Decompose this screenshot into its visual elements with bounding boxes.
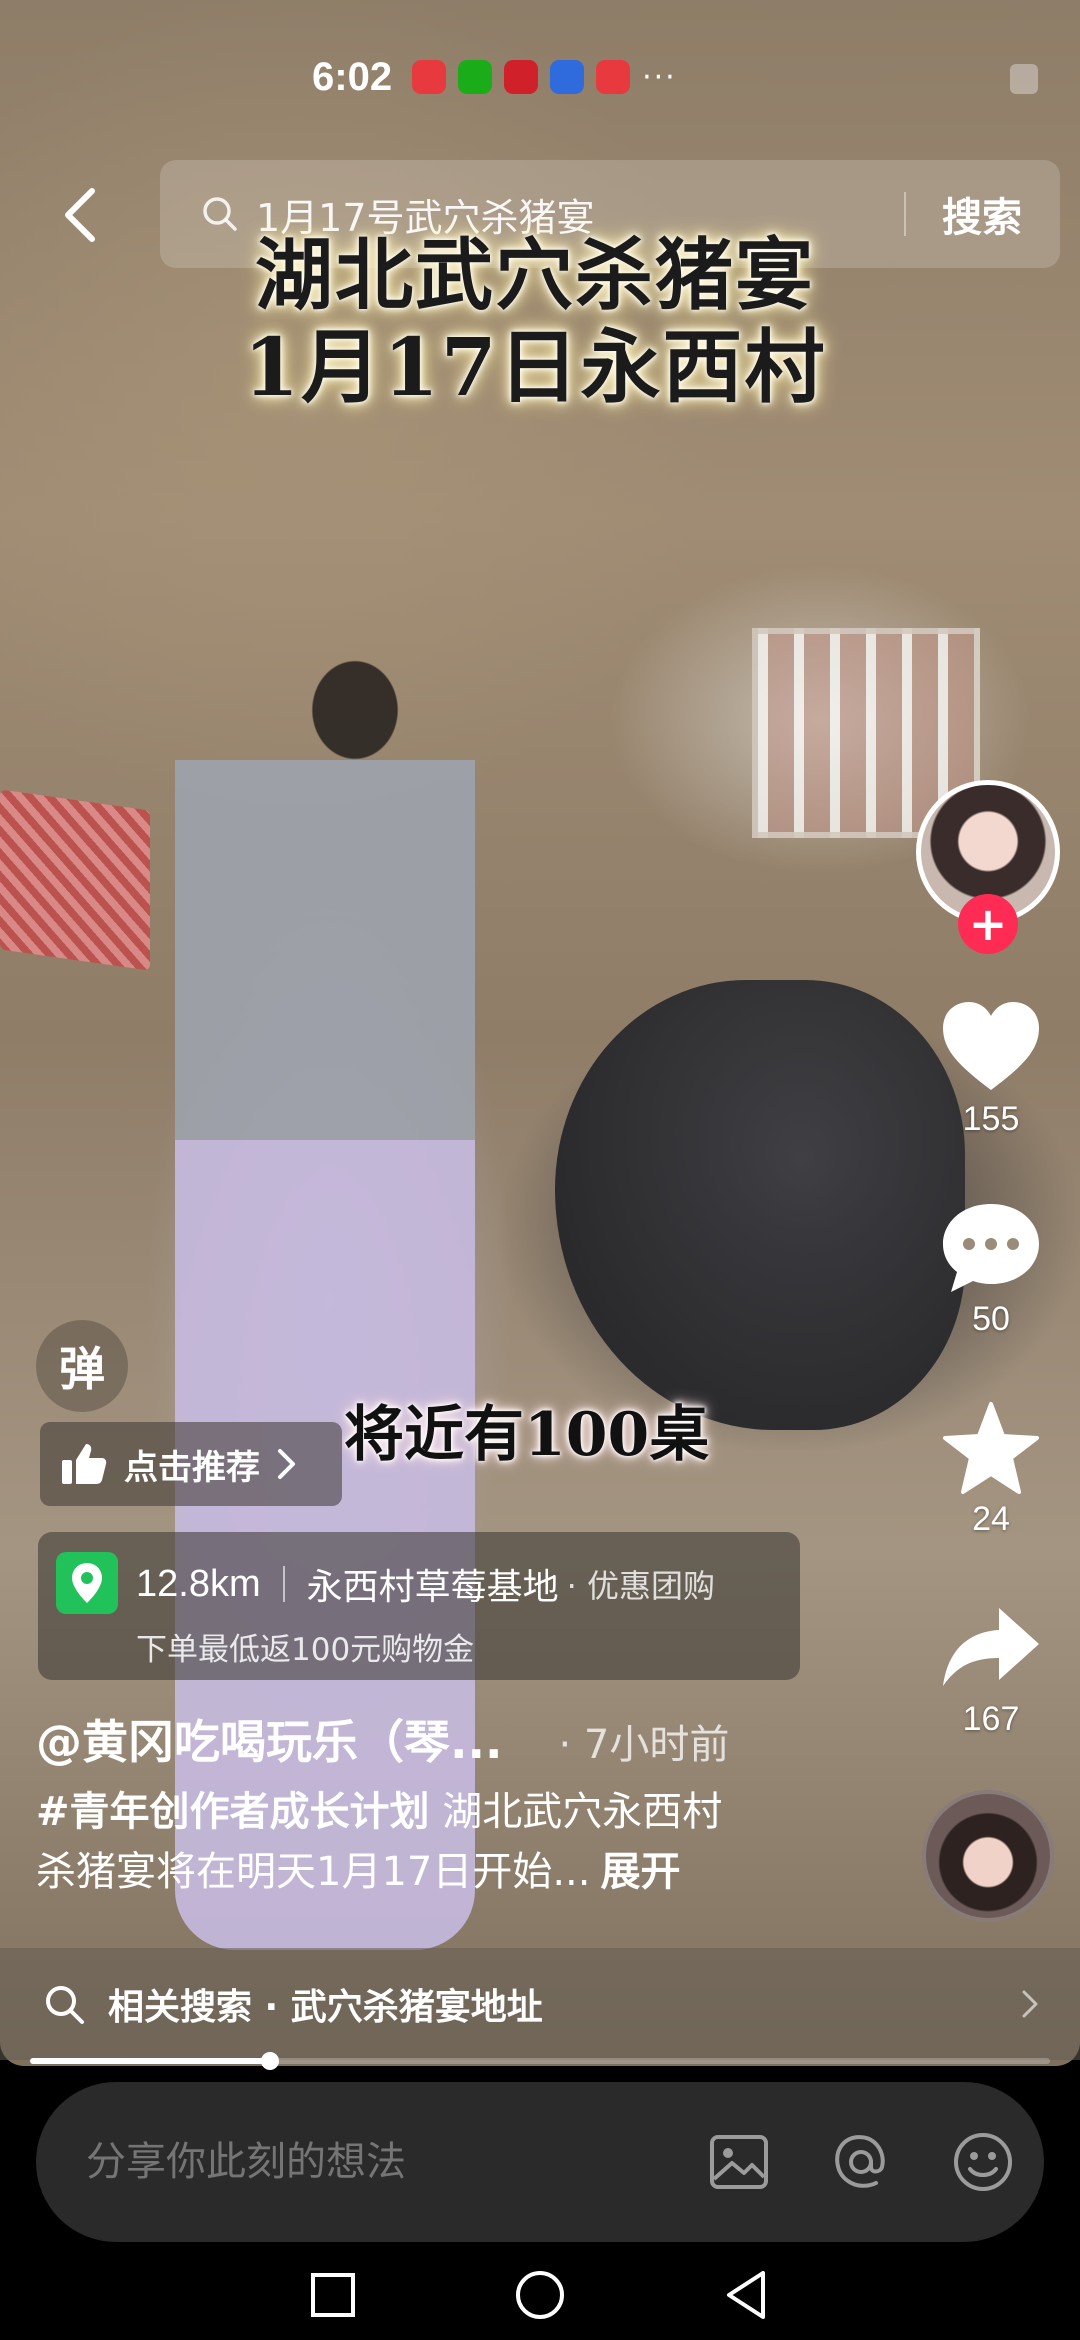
chevron-right-icon <box>1022 1990 1038 2018</box>
comment-button[interactable]: 50 <box>926 1200 1056 1339</box>
expand-button[interactable]: 展开 <box>601 1849 681 1895</box>
image-icon[interactable] <box>706 2129 772 2195</box>
related-search-label: 相关搜索 · 武穴杀猪宴地址 <box>108 1987 543 2028</box>
status-bar: 6:02 ··· <box>312 52 677 102</box>
description-text-1: 湖北武穴永西村 <box>429 1789 723 1835</box>
at-mention-icon[interactable] <box>828 2129 894 2195</box>
author-name[interactable]: @黄冈吃喝玩乐（琴... <box>36 1706 502 1772</box>
hashtag-link[interactable]: #青年创作者成长计划 <box>36 1789 430 1835</box>
home-icon[interactable] <box>512 2267 568 2323</box>
poi-card[interactable]: 12.8km 永西村草莓基地 · 优惠团购 下单最低返100元购物金 <box>38 1532 800 1680</box>
like-button[interactable]: 155 <box>926 1000 1056 1139</box>
comment-input[interactable] <box>86 2139 706 2185</box>
huawei-app-icon <box>412 60 447 94</box>
description-text-2: 杀猪宴将在明天1月17日开始... <box>36 1849 591 1895</box>
overlay-title-line1: 湖北武穴杀猪宴 <box>254 230 815 321</box>
comment-bar <box>36 2082 1044 2242</box>
author-line: @黄冈吃喝玩乐（琴... · 7小时前 <box>36 1706 816 1772</box>
heart-icon <box>943 1002 1039 1090</box>
search-divider <box>904 192 906 236</box>
progress-knob[interactable] <box>260 2052 279 2070</box>
poi-subtitle: 下单最低返100元购物金 <box>136 1632 475 1668</box>
post-time: · 7小时前 <box>558 1722 730 1768</box>
favorite-count: 24 <box>972 1500 1010 1538</box>
music-disc[interactable] <box>922 1790 1054 1922</box>
favorite-button[interactable]: 24 <box>926 1400 1056 1539</box>
thumbs-up-icon <box>62 1444 107 1484</box>
poi-distance: 12.8km <box>136 1562 261 1605</box>
comment-bubble-icon <box>943 1204 1039 1292</box>
poi-name: 永西村草莓基地 <box>306 1567 559 1608</box>
related-search-bar[interactable]: 相关搜索 · 武穴杀猪宴地址 <box>0 1948 1080 2060</box>
recommend-label: 点击推荐 <box>124 1447 260 1488</box>
danmu-toggle-button[interactable]: 弹 <box>36 1320 128 1412</box>
search-icon <box>46 1986 84 2024</box>
status-time: 6:02 <box>312 54 393 99</box>
huawei-app-icon-2 <box>596 60 631 94</box>
video-progress-bar[interactable] <box>30 2052 1050 2070</box>
share-button[interactable]: 167 <box>926 1600 1056 1739</box>
video-scene-basket <box>0 789 150 971</box>
comment-count: 50 <box>972 1300 1010 1338</box>
blue-app-icon <box>550 60 585 94</box>
status-more-icon: ··· <box>642 59 677 95</box>
follow-button[interactable]: + <box>958 894 1018 954</box>
share-arrow-icon <box>943 1608 1039 1686</box>
back-triangle-icon[interactable] <box>719 2267 775 2323</box>
like-count: 155 <box>962 1100 1020 1138</box>
share-count: 167 <box>962 1700 1020 1738</box>
system-nav-bar <box>0 2250 1080 2340</box>
post-description: #青年创作者成长计划 湖北武穴永西村 杀猪宴将在明天1月17日开始... 展开 <box>36 1782 836 1902</box>
video-scene-pig <box>555 980 965 1430</box>
recommend-button[interactable]: 点击推荐 <box>40 1422 342 1506</box>
battery-icon <box>1010 64 1038 94</box>
location-pin-icon <box>56 1552 118 1614</box>
star-icon <box>943 1402 1039 1494</box>
overlay-title-line2: 1月17日永西村 <box>243 320 827 415</box>
video-subtitle: 将近有100桌 <box>344 1400 710 1470</box>
wechat-icon <box>458 60 493 94</box>
emoji-icon[interactable] <box>950 2129 1016 2195</box>
progress-fill <box>30 2058 270 2064</box>
video-overlay-title: 湖北武穴杀猪宴 1月17日永西村 <box>0 232 1080 413</box>
chevron-right-icon <box>278 1449 295 1479</box>
poi-tag: · 优惠团购 <box>566 1567 715 1605</box>
poi-separator <box>282 1566 285 1602</box>
search-icon <box>203 197 237 231</box>
poi-main-line: 12.8km 永西村草莓基地 · 优惠团购 <box>136 1558 715 1610</box>
recent-apps-icon[interactable] <box>305 2267 361 2323</box>
byd-app-icon <box>504 60 539 94</box>
